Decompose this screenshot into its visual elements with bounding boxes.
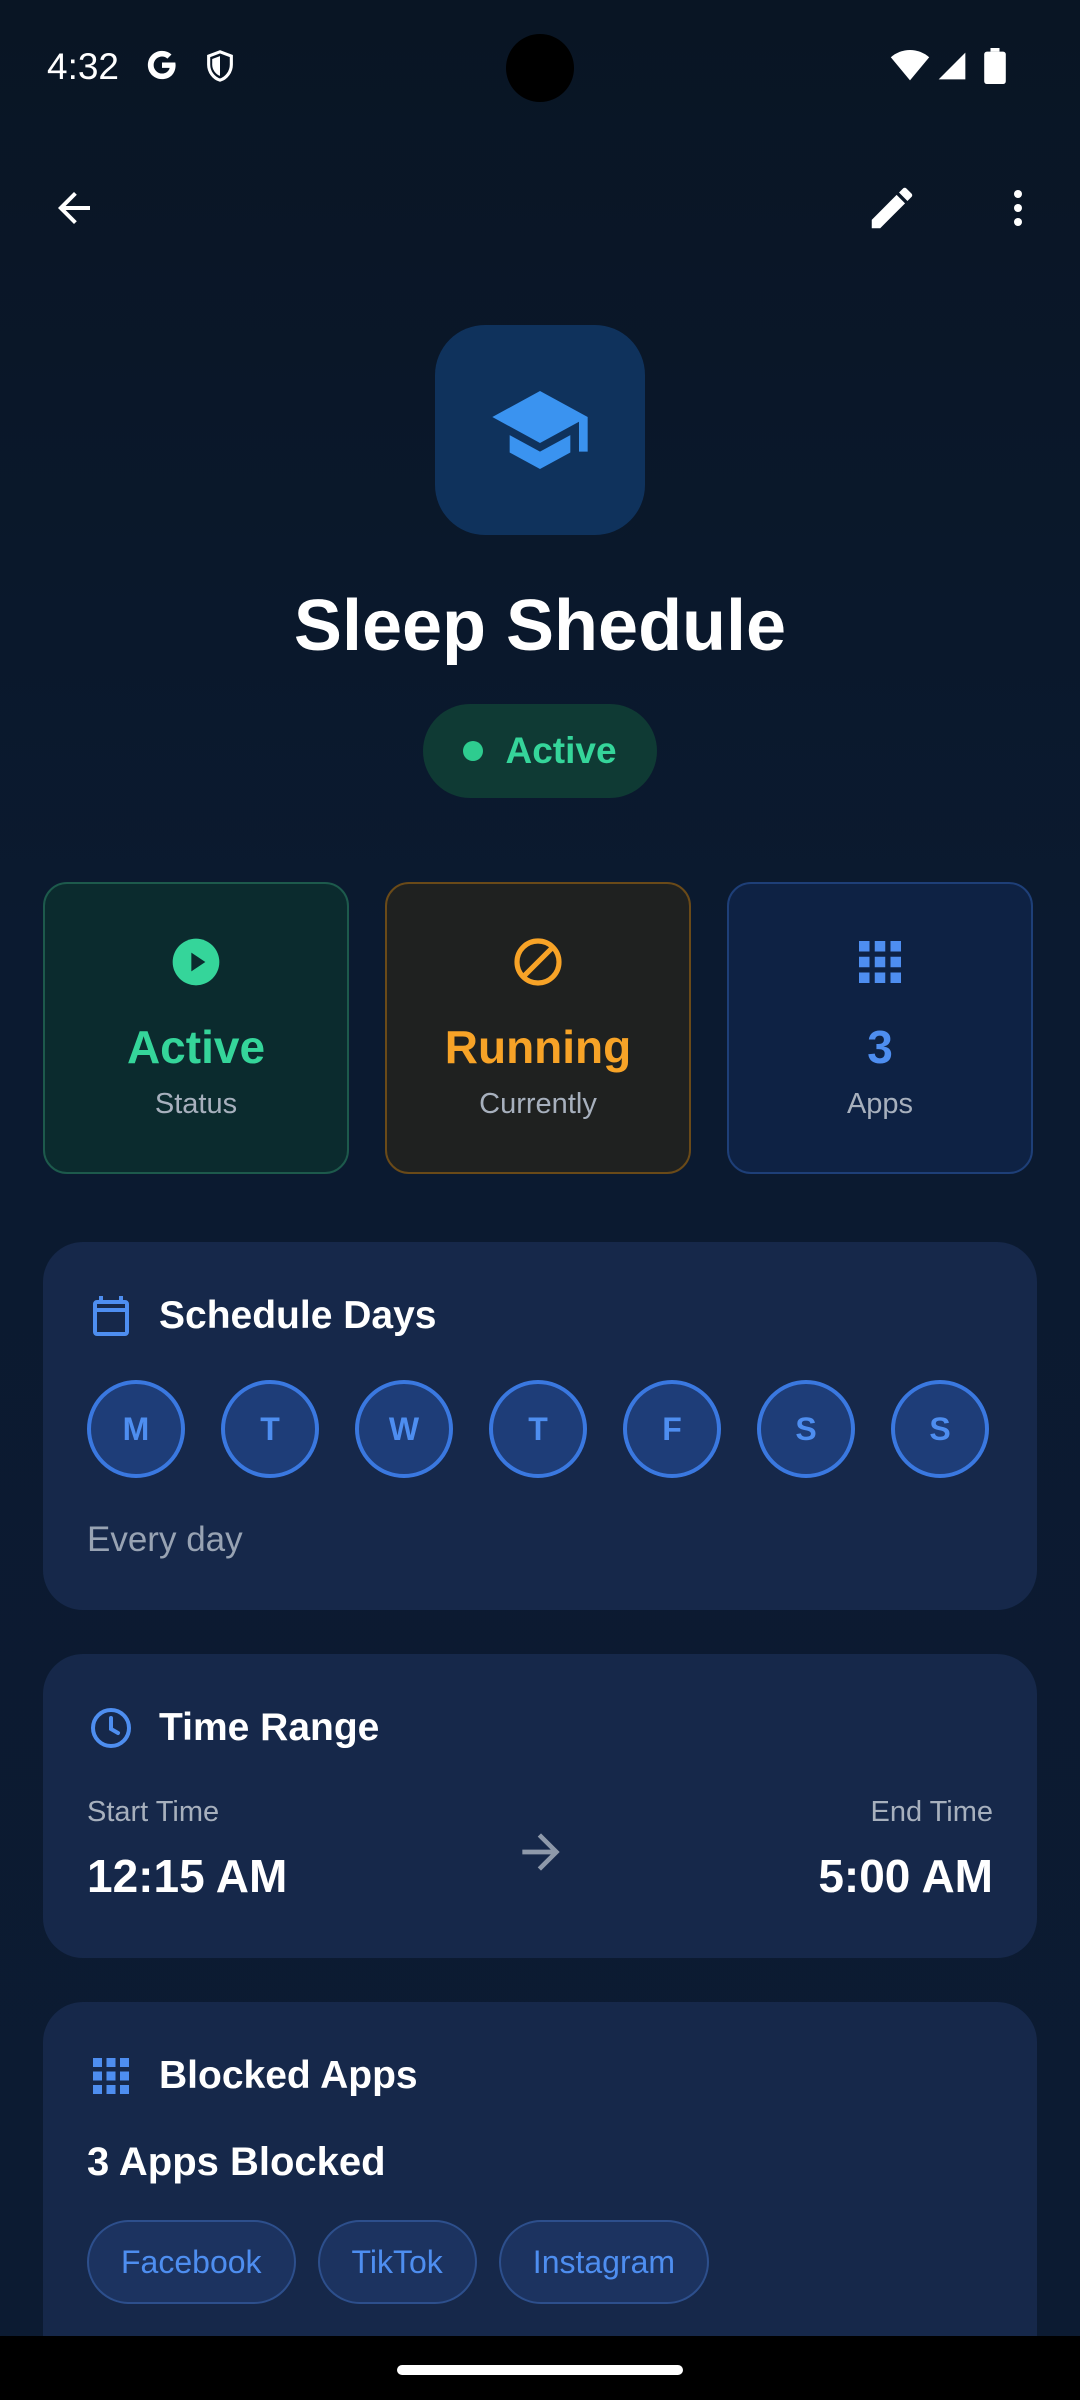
- start-time-value: 12:15 AM: [87, 1850, 288, 1902]
- stat-value: Active: [126, 1021, 266, 1073]
- day-chip-thursday[interactable]: T: [489, 1380, 587, 1478]
- stat-label: Status: [154, 1088, 238, 1120]
- wifi-icon: [890, 50, 930, 81]
- play-circle-icon: [172, 938, 220, 986]
- time-range-header: Time Range: [87, 1704, 379, 1752]
- battery-icon: [984, 48, 1006, 84]
- day-chip-saturday[interactable]: S: [757, 1380, 855, 1478]
- stat-label: Apps: [846, 1088, 914, 1120]
- page-title: Sleep Shedule: [293, 586, 787, 666]
- start-time-label: Start Time: [87, 1796, 220, 1828]
- end-time[interactable]: End Time 5:00 AM: [818, 1796, 993, 1903]
- apps-grid-icon: [859, 941, 901, 983]
- app-chip-instagram[interactable]: Instagram: [498, 2220, 710, 2304]
- more-vert-icon: [1014, 190, 1022, 226]
- app-chip-tiktok[interactable]: TikTok: [317, 2220, 477, 2304]
- status-badge: Active: [423, 704, 657, 798]
- calendar-icon: [93, 1296, 129, 1336]
- google-icon: [147, 50, 176, 80]
- more-options-button[interactable]: [978, 168, 1058, 248]
- days-row: M T W T F S S: [87, 1380, 989, 1478]
- section-title: Schedule Days: [159, 1294, 437, 1337]
- end-time-value: 5:00 AM: [818, 1850, 993, 1902]
- section-title: Time Range: [159, 1706, 380, 1749]
- days-caption: Every day: [87, 1520, 243, 1559]
- day-chip-monday[interactable]: M: [87, 1380, 185, 1478]
- blocked-apps-header: Blocked Apps: [87, 2052, 418, 2100]
- status-bar: 4:32: [0, 0, 1080, 140]
- app-chip-facebook[interactable]: Facebook: [87, 2220, 296, 2304]
- graduation-cap-icon: [492, 391, 588, 469]
- stat-label: Currently: [479, 1088, 597, 1120]
- stat-value: Running: [444, 1021, 632, 1073]
- stat-value: 3: [867, 1021, 893, 1073]
- signal-icon: [938, 52, 966, 80]
- end-time-label: End Time: [870, 1796, 994, 1828]
- back-button[interactable]: [34, 168, 114, 248]
- status-time: 4:32: [47, 46, 120, 87]
- blocked-apps-chips: Facebook TikTok Instagram: [87, 2220, 731, 2304]
- block-icon: [514, 938, 562, 986]
- schedule-days-header: Schedule Days: [87, 1292, 436, 1340]
- arrow-back-icon: [58, 192, 90, 224]
- blocked-apps-count: 3 Apps Blocked: [87, 2140, 386, 2184]
- stat-card-status: Active Status: [43, 882, 349, 1174]
- schedule-detail-screen: 4:32 Sleep Shedule Active Active Status …: [0, 0, 1080, 2400]
- edit-button[interactable]: [852, 168, 932, 248]
- day-chip-sunday[interactable]: S: [891, 1380, 989, 1478]
- schedule-days-card: Schedule Days M T W T F S S Every day: [43, 1242, 1037, 1610]
- shield-icon: [207, 50, 233, 82]
- home-gesture-handle[interactable]: [397, 2365, 683, 2375]
- stat-card-current: Running Currently: [385, 882, 691, 1174]
- apps-grid-icon: [93, 2058, 129, 2094]
- camera-cutout: [506, 34, 574, 102]
- start-time[interactable]: Start Time 12:15 AM: [87, 1796, 287, 1903]
- section-title: Blocked Apps: [159, 2054, 418, 2097]
- status-dot: [463, 741, 484, 761]
- arrow-forward-icon: [522, 1833, 560, 1871]
- day-chip-tuesday[interactable]: T: [221, 1380, 319, 1478]
- clock-icon: [91, 1708, 131, 1748]
- day-chip-wednesday[interactable]: W: [355, 1380, 453, 1478]
- time-range-card: Time Range Start Time 12:15 AM End Time …: [43, 1654, 1037, 1958]
- schedule-icon-badge: [435, 325, 645, 535]
- status-badge-label: Active: [505, 730, 617, 771]
- pencil-icon: [871, 187, 913, 229]
- day-chip-friday[interactable]: F: [623, 1380, 721, 1478]
- stat-card-apps: 3 Apps: [727, 882, 1033, 1174]
